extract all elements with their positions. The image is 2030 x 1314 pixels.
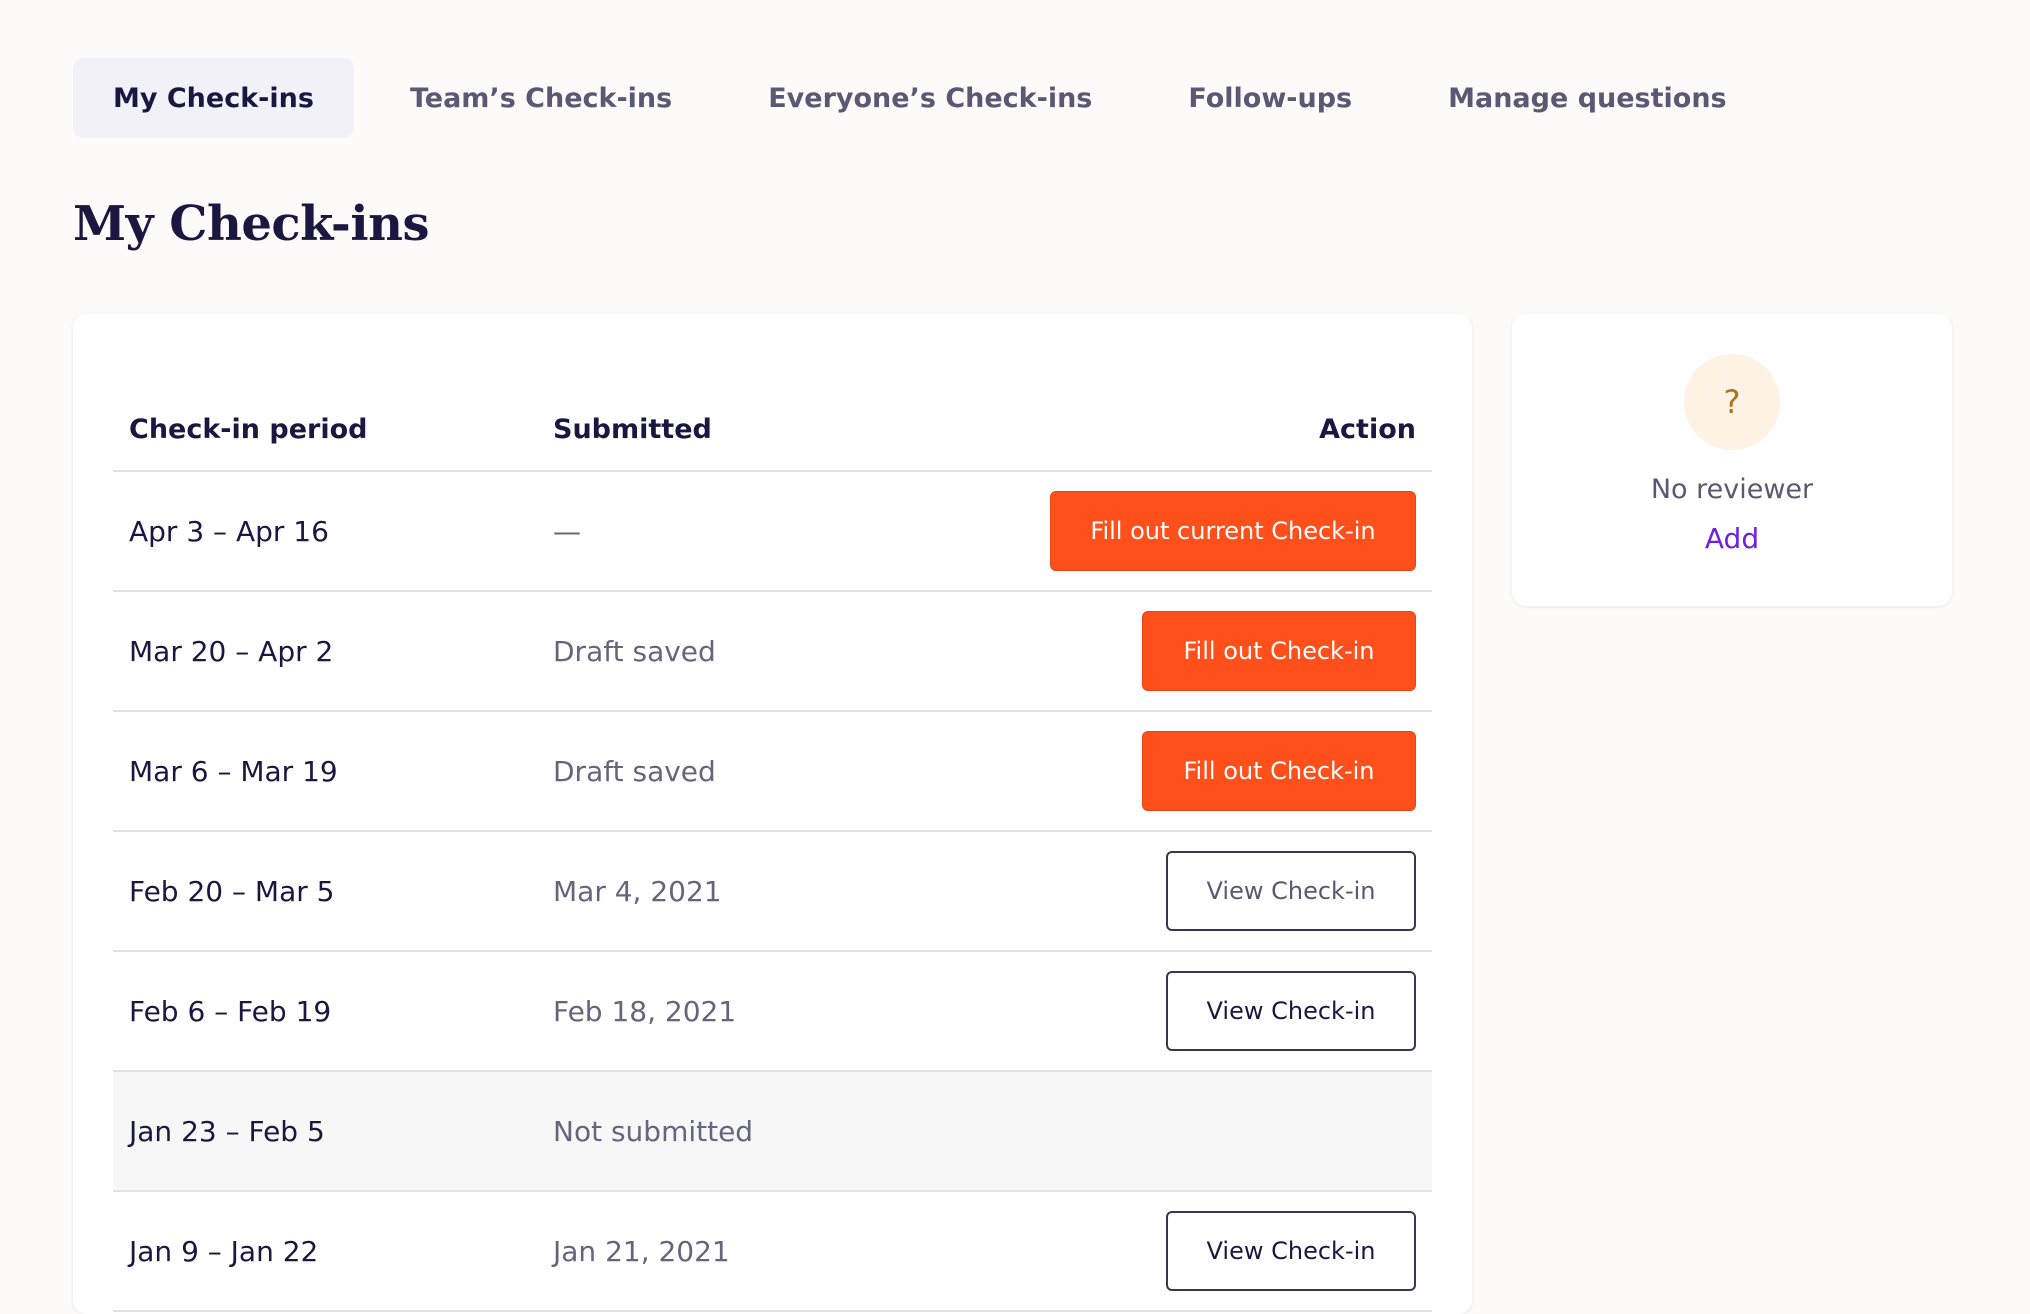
table-row: Jan 23 – Feb 5 Not submitted [113, 1072, 1432, 1192]
no-reviewer-label: No reviewer [1650, 474, 1814, 505]
header-action: Action [1319, 413, 1416, 445]
tab-my-check-ins[interactable]: My Check-ins [73, 58, 354, 138]
period-cell: Feb 6 – Feb 19 [129, 994, 332, 1028]
action-cell: Fill out Check-in [1033, 731, 1432, 811]
submitted-cell: Jan 21, 2021 [553, 1234, 730, 1268]
tab-manage-questions[interactable]: Manage questions [1408, 58, 1767, 138]
action-cell: View Check-in [1033, 1211, 1432, 1291]
fill-out-check-in-button[interactable]: Fill out Check-in [1142, 611, 1416, 691]
nav-tabs: My Check-ins Team’s Check-ins Everyone’s… [73, 58, 1783, 138]
table-header: Check-in period Submitted Action [113, 388, 1432, 472]
submitted-cell: Draft saved [553, 634, 716, 668]
period-cell: Feb 20 – Mar 5 [129, 874, 335, 908]
fill-out-check-in-button[interactable]: Fill out Check-in [1142, 731, 1416, 811]
action-cell: Fill out Check-in [1033, 611, 1432, 691]
view-check-in-button[interactable]: View Check-in [1166, 971, 1416, 1051]
add-reviewer-link[interactable]: Add [1512, 522, 1952, 555]
submitted-cell: Feb 18, 2021 [553, 994, 737, 1028]
view-check-in-button[interactable]: View Check-in [1166, 851, 1416, 931]
reviewer-card: ? No reviewer Add [1512, 314, 1952, 606]
table-row: Mar 20 – Apr 2 Draft saved Fill out Chec… [113, 592, 1432, 712]
action-cell: View Check-in [1033, 851, 1432, 931]
table-row: Feb 20 – Mar 5 Mar 4, 2021 View Check-in [113, 832, 1432, 952]
period-cell: Jan 9 – Jan 22 [129, 1234, 319, 1268]
check-ins-table: Check-in period Submitted Action Apr 3 –… [113, 388, 1432, 1312]
submitted-cell: Draft saved [553, 754, 716, 788]
period-cell: Mar 6 – Mar 19 [129, 754, 338, 788]
reviewer-avatar-question-icon: ? [1684, 354, 1780, 450]
header-submitted: Submitted [553, 413, 712, 445]
check-ins-card: Check-in period Submitted Action Apr 3 –… [73, 314, 1472, 1314]
fill-out-current-check-in-button[interactable]: Fill out current Check-in [1050, 491, 1416, 571]
submitted-cell: — [553, 514, 581, 548]
submitted-cell: Not submitted [553, 1114, 754, 1148]
tab-everyones-check-ins[interactable]: Everyone’s Check-ins [728, 58, 1132, 138]
period-cell: Mar 20 – Apr 2 [129, 634, 334, 668]
tab-teams-check-ins[interactable]: Team’s Check-ins [370, 58, 712, 138]
action-cell: View Check-in [1033, 971, 1432, 1051]
submitted-cell: Mar 4, 2021 [553, 874, 722, 908]
page-title: My Check-ins [73, 196, 430, 252]
table-row: Apr 3 – Apr 16 — Fill out current Check-… [113, 472, 1432, 592]
tab-follow-ups[interactable]: Follow-ups [1148, 58, 1392, 138]
view-check-in-button[interactable]: View Check-in [1166, 1211, 1416, 1291]
table-row: Mar 6 – Mar 19 Draft saved Fill out Chec… [113, 712, 1432, 832]
period-cell: Apr 3 – Apr 16 [129, 514, 329, 548]
table-row: Feb 6 – Feb 19 Feb 18, 2021 View Check-i… [113, 952, 1432, 1072]
period-cell: Jan 23 – Feb 5 [129, 1114, 325, 1148]
action-cell: Fill out current Check-in [1033, 491, 1432, 571]
header-check-in-period: Check-in period [129, 413, 368, 445]
table-row: Jan 9 – Jan 22 Jan 21, 2021 View Check-i… [113, 1192, 1432, 1312]
